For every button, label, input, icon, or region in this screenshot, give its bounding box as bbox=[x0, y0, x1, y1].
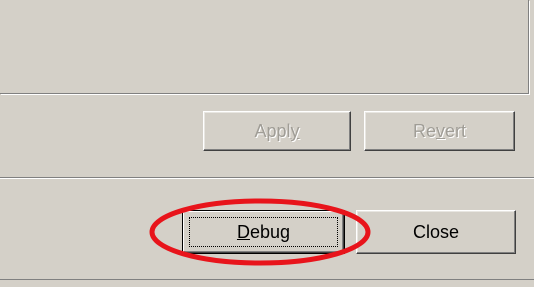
window-bottom-edge bbox=[0, 279, 534, 287]
revert-button[interactable]: Revert bbox=[364, 111, 515, 151]
close-button[interactable]: Close bbox=[356, 210, 516, 254]
separator bbox=[0, 177, 534, 179]
revert-button-label: Revert bbox=[412, 120, 467, 141]
debug-button-label: Debug bbox=[236, 221, 291, 242]
debug-button[interactable]: Debug bbox=[182, 210, 345, 254]
close-button-label: Close bbox=[412, 221, 460, 242]
apply-button-label: Apply bbox=[254, 120, 300, 141]
group-panel bbox=[0, 0, 529, 94]
dialog-window: Apply Revert Debug Close bbox=[0, 0, 534, 287]
apply-button[interactable]: Apply bbox=[203, 111, 351, 151]
